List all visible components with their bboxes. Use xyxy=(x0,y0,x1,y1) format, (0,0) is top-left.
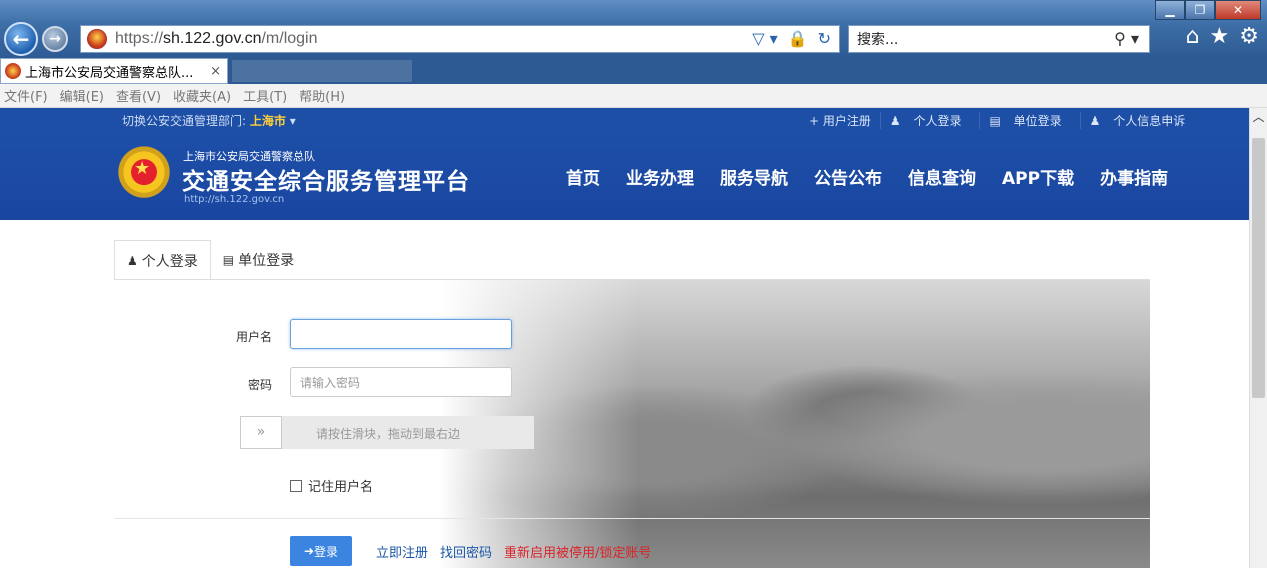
site-header: 上海市公安局交通警察总队 交通安全综合服务管理平台 http://sh.122.… xyxy=(0,132,1249,220)
main-nav: 首页 业务办理 服务导航 公告公布 信息查询 APP下载 办事指南 xyxy=(566,164,1194,189)
scroll-up-icon[interactable]: ︿ xyxy=(1250,108,1267,126)
menu-favorites[interactable]: 收藏夹(A) xyxy=(173,86,231,105)
caret-down-icon: ▾ xyxy=(289,114,296,128)
login-content: ♟ 个人登录 ▤ 单位登录 xyxy=(0,220,1249,568)
search-placeholder: 搜索... xyxy=(857,32,899,48)
browser-tab[interactable]: 上海市公安局交通警察总队... × xyxy=(0,58,228,84)
username-input[interactable] xyxy=(290,319,512,349)
menu-file[interactable]: 文件(F) xyxy=(4,86,48,105)
menu-view[interactable]: 查看(V) xyxy=(116,86,161,105)
top-link-personal-login[interactable]: ♟ 个人登录 xyxy=(881,111,981,129)
tab-personal-login[interactable]: ♟ 个人登录 xyxy=(114,240,211,280)
username-label: 用户名 xyxy=(235,330,272,344)
settings-gear-icon[interactable]: ⚙ xyxy=(1239,24,1259,49)
search-icon[interactable]: ⚲ ▾ xyxy=(1114,29,1139,48)
favorites-star-icon[interactable]: ★ xyxy=(1210,24,1230,49)
forward-arrow-icon[interactable]: → xyxy=(42,26,68,52)
tab-unit-login[interactable]: ▤ 单位登录 xyxy=(211,240,306,280)
login-button[interactable]: ➜ 登录 xyxy=(290,536,352,566)
site-title[interactable]: 交通安全综合服务管理平台 xyxy=(182,162,470,196)
lock-icon[interactable]: 🔒 xyxy=(788,29,808,48)
tab-divider xyxy=(114,279,1150,280)
menu-bar: 文件(F) 编辑(E) 查看(V) 收藏夹(A) 工具(T) 帮助(H) xyxy=(0,84,1267,108)
close-window-button[interactable]: ✕ xyxy=(1215,0,1261,20)
address-bar[interactable]: https://sh.122.gov.cn/m/login ▽ ▾ 🔒 ↻ xyxy=(80,25,840,53)
menu-help[interactable]: 帮助(H) xyxy=(299,86,345,105)
scroll-thumb[interactable] xyxy=(1252,138,1265,398)
nav-app-download[interactable]: APP下载 xyxy=(1002,164,1074,189)
login-actions: ➜ 登录 立即注册 找回密码 重新启用被停用/锁定账号 xyxy=(290,536,663,566)
register-link[interactable]: 立即注册 xyxy=(376,542,428,561)
slider-hint: 请按住滑块，拖动到最右边 xyxy=(316,427,461,441)
top-link-unit-login[interactable]: ▤ 单位登录 xyxy=(980,111,1081,129)
tab-close-icon[interactable]: × xyxy=(210,64,221,79)
minimize-button[interactable]: ▁ xyxy=(1155,0,1185,20)
login-arrow-icon: ➜ xyxy=(303,544,315,558)
reactivate-account-link[interactable]: 重新启用被停用/锁定账号 xyxy=(504,542,651,561)
nav-query[interactable]: 信息查询 xyxy=(908,164,976,189)
refresh-icon[interactable]: ↻ xyxy=(818,29,831,48)
slider-captcha[interactable]: » 请按住滑块，拖动到最右边 xyxy=(240,416,534,449)
shield-dropdown-icon[interactable]: ▽ ▾ xyxy=(752,29,777,48)
browser-search-box[interactable]: 搜索... ⚲ ▾ xyxy=(848,25,1150,53)
tab-title: 上海市公安局交通警察总队... xyxy=(25,65,194,81)
nav-service-guide[interactable]: 服务导航 xyxy=(720,164,788,189)
site-favicon-icon xyxy=(87,29,107,49)
region-switcher[interactable]: 切换公安交通管理部门: 上海市 ▾ xyxy=(122,112,296,129)
top-strip: 切换公安交通管理部门: 上海市 ▾ + 用户注册 ♟ 个人登录 ▤ 单位登录 ♟… xyxy=(0,108,1249,132)
police-emblem-icon xyxy=(116,146,172,204)
maximize-button[interactable]: ❐ xyxy=(1185,0,1215,20)
new-tab-area[interactable] xyxy=(232,60,412,82)
home-icon[interactable]: ⌂ xyxy=(1186,24,1200,49)
nav-home[interactable]: 首页 xyxy=(566,164,600,189)
password-label: 密码 xyxy=(247,378,272,392)
menu-tools[interactable]: 工具(T) xyxy=(243,86,287,105)
remember-checkbox[interactable] xyxy=(290,479,302,492)
tab-bar: 上海市公安局交通警察总队... × xyxy=(0,58,1267,84)
nav-announcements[interactable]: 公告公布 xyxy=(814,164,882,189)
remember-label: 记住用户名 xyxy=(308,480,374,495)
tab-favicon-icon xyxy=(5,63,21,79)
site-url: http://sh.122.gov.cn xyxy=(184,194,285,205)
top-link-register[interactable]: + 用户注册 xyxy=(800,111,881,129)
form-divider xyxy=(114,518,1150,519)
nav-guide[interactable]: 办事指南 xyxy=(1100,164,1168,189)
url-text[interactable]: https://sh.122.gov.cn/m/login xyxy=(115,30,318,48)
back-arrow-icon[interactable]: ← xyxy=(4,22,38,56)
slider-handle-icon[interactable]: » xyxy=(240,416,282,449)
nav-business[interactable]: 业务办理 xyxy=(626,164,694,189)
traffic-background-image xyxy=(440,280,1150,568)
password-input[interactable]: 请输入密码 xyxy=(290,367,512,397)
menu-edit[interactable]: 编辑(E) xyxy=(60,86,104,105)
recover-password-link[interactable]: 找回密码 xyxy=(440,542,492,561)
login-tabs: ♟ 个人登录 ▤ 单位登录 xyxy=(114,240,306,280)
top-link-appeal[interactable]: ♟ 个人信息申诉 xyxy=(1081,112,1204,129)
page-viewport: 切换公安交通管理部门: 上海市 ▾ + 用户注册 ♟ 个人登录 ▤ 单位登录 ♟… xyxy=(0,108,1249,568)
vertical-scrollbar[interactable]: ︿ xyxy=(1249,108,1267,568)
browser-titlebar: ← → https://sh.122.gov.cn/m/login ▽ ▾ 🔒 … xyxy=(0,0,1267,58)
remember-username[interactable]: 记住用户名 xyxy=(290,476,373,495)
user-icon: ♟ xyxy=(127,253,138,268)
building-icon: ▤ xyxy=(222,253,235,267)
